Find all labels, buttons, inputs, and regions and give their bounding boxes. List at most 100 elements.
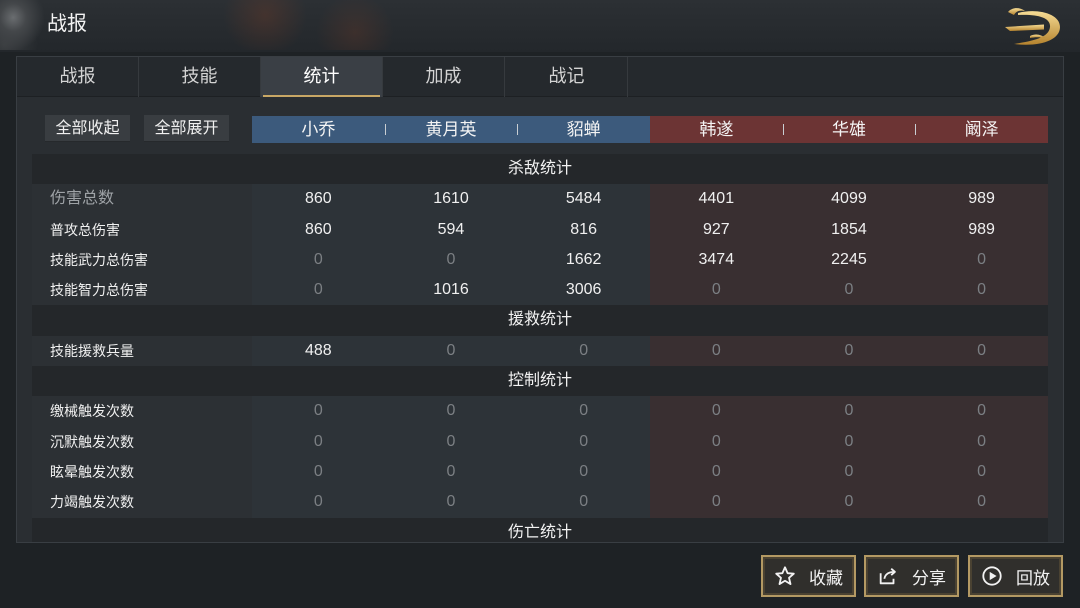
collapse-all-button[interactable]: 全部收起: [45, 115, 130, 142]
enemy-team-header: 韩遂 华雄 阚泽: [650, 116, 1048, 143]
stat-value: 0: [649, 487, 783, 518]
stat-value: 4099: [782, 184, 916, 215]
stat-value: 816: [517, 214, 650, 245]
stat-value: 0: [915, 487, 1048, 518]
stat-value: 927: [649, 214, 783, 245]
stat-value: 0: [782, 396, 916, 427]
stat-value: 0: [252, 275, 385, 306]
stat-value: 0: [782, 456, 916, 488]
stat-row: 技能武力总伤害 0 0 1662 3474 2245 0: [32, 244, 1048, 276]
stat-row: 普攻总伤害 860 594 816 927 1854 989: [32, 214, 1048, 245]
stat-value: 594: [384, 214, 518, 245]
favorite-label: 收藏: [809, 568, 843, 588]
stat-value: 0: [517, 456, 650, 488]
section-header[interactable]: 杀敌统计: [32, 154, 1048, 185]
stat-value: 0: [782, 487, 916, 518]
general-name: 华雄: [782, 116, 916, 143]
general-name: 阚泽: [915, 116, 1048, 143]
stat-value: 0: [782, 426, 916, 457]
stat-value: 0: [252, 396, 385, 427]
share-icon: [879, 567, 896, 585]
tab-skills[interactable]: 技能: [139, 57, 261, 97]
stat-value: 0: [384, 426, 518, 457]
page-title: 战报: [47, 13, 87, 35]
stat-row: 缴械触发次数 0 0 0 0 0 0: [32, 396, 1048, 427]
stat-value: 0: [915, 335, 1048, 367]
stat-value: 0: [649, 456, 783, 488]
stat-row: 沉默触发次数 0 0 0 0 0 0: [32, 426, 1048, 457]
stat-row: 眩晕触发次数 0 0 0 0 0 0: [32, 456, 1048, 488]
stat-value: 0: [915, 456, 1048, 488]
top-bar: 战报: [0, 0, 1080, 52]
stat-value: 0: [252, 487, 385, 518]
tab-label: 战记: [548, 66, 585, 86]
stat-value: 0: [915, 244, 1048, 276]
stat-value: 3474: [649, 244, 783, 276]
tab-statistics[interactable]: 统计: [261, 57, 383, 97]
stat-value: 488: [252, 335, 385, 367]
stat-label: 力竭触发次数: [50, 494, 134, 511]
stat-label: 眩晕触发次数: [50, 463, 134, 480]
replay-icon: [982, 566, 1002, 586]
stat-value: 860: [252, 184, 385, 215]
stat-row: 技能援救兵量 488 0 0 0 0 0: [32, 335, 1048, 367]
stat-value: 0: [915, 396, 1048, 427]
banner-art: [0, 0, 44, 50]
section-header[interactable]: 援救统计: [32, 305, 1048, 336]
stat-value: 0: [649, 335, 783, 367]
tab-label: 技能: [181, 66, 218, 86]
expand-all-button[interactable]: 全部展开: [144, 115, 229, 142]
stat-value: 1854: [782, 214, 916, 245]
general-name: 黄月英: [384, 116, 518, 143]
section-header[interactable]: 控制统计: [32, 366, 1048, 397]
stat-value: 4401: [649, 184, 783, 215]
stat-value: 0: [915, 275, 1048, 306]
stat-value: 0: [782, 275, 916, 306]
stat-value: 1662: [517, 244, 650, 276]
stat-value: 2245: [782, 244, 916, 276]
section-header[interactable]: 伤亡统计: [32, 517, 1048, 542]
stat-value: 0: [649, 426, 783, 457]
ally-team-header: 小乔 黄月英 貂蝉: [252, 116, 650, 143]
stat-value: 0: [782, 335, 916, 367]
banner-embers: [220, 0, 400, 50]
stat-value: 3006: [517, 275, 650, 306]
tab-underline: [263, 95, 380, 97]
tab-bonus[interactable]: 加成: [383, 57, 505, 97]
stat-value: 0: [252, 456, 385, 488]
stat-row: 技能智力总伤害 0 1016 3006 0 0 0: [32, 275, 1048, 306]
share-label: 分享: [912, 568, 946, 588]
stat-value: 1610: [384, 184, 518, 215]
replay-button[interactable]: 回放: [968, 555, 1063, 597]
stat-label: 沉默触发次数: [50, 433, 134, 450]
stat-value: 0: [384, 244, 518, 276]
tab-label: 统计: [303, 66, 340, 86]
stat-value: 0: [517, 396, 650, 427]
tab-label: 加成: [425, 66, 462, 86]
stats-table-body[interactable]: 杀敌统计 伤害总数 860 1610 5484 4401 4099 989 普攻总伤害 860 59…: [32, 154, 1048, 542]
stat-value: 0: [915, 426, 1048, 457]
stat-label: 技能援救兵量: [50, 342, 134, 359]
tab-battle-report[interactable]: 战报: [17, 57, 139, 97]
stat-label: 技能武力总伤害: [50, 251, 148, 268]
stat-row: 伤害总数 860 1610 5484 4401 4099 989: [32, 184, 1048, 215]
tab-battle-log[interactable]: 战记: [506, 57, 628, 97]
general-name: 韩遂: [699, 120, 734, 139]
stat-value: 989: [915, 214, 1048, 245]
stat-value: 0: [649, 396, 783, 427]
stat-value: 0: [384, 487, 518, 518]
stat-label: 技能智力总伤害: [50, 282, 148, 299]
stat-value: 0: [384, 456, 518, 488]
stat-label: 普攻总伤害: [50, 221, 120, 238]
stat-value: 860: [252, 214, 385, 245]
stat-row: 力竭触发次数 0 0 0 0 0 0: [32, 487, 1048, 518]
share-button[interactable]: 分享: [864, 555, 959, 597]
favorite-button[interactable]: 收藏: [761, 555, 856, 597]
stat-value: 1016: [384, 275, 518, 306]
stat-label: 缴械触发次数: [50, 403, 134, 420]
star-icon: [775, 566, 795, 585]
general-name: 小乔: [301, 120, 336, 139]
stat-value: 0: [517, 335, 650, 367]
battle-report-panel: 战报 技能 统计 加成 战记 全部收起 全部展开 小乔 黄月英 貂蝉 韩遂 华雄…: [16, 56, 1064, 543]
general-name: 貂蝉: [517, 116, 650, 143]
